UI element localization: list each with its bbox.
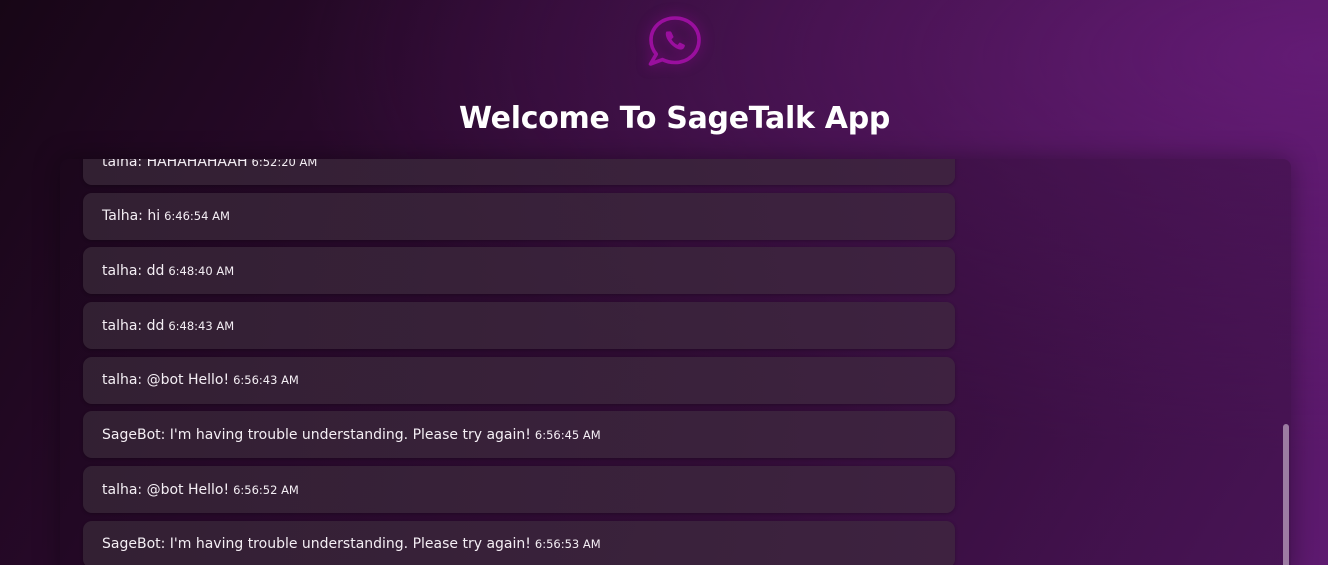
message-text: talha: @bot Hello! [102, 481, 230, 498]
message-text: talha: dd [102, 262, 165, 279]
message-timestamp: 6:56:45 AM [534, 427, 601, 442]
chat-scrollbar[interactable] [1281, 159, 1290, 565]
message-item: SageBot: I'm having trouble understandin… [83, 411, 955, 459]
chat-panel: talha: HAHAHAHAAH 6:52:20 AM Talha: hi 6… [60, 159, 1291, 565]
message-item: talha: HAHAHAHAAH 6:52:20 AM [83, 159, 955, 185]
message-timestamp: 6:48:40 AM [168, 263, 235, 278]
message-text: talha: @bot Hello! [102, 372, 230, 389]
message-text: talha: HAHAHAHAAH [102, 159, 248, 170]
message-timestamp: 6:56:53 AM [534, 537, 601, 552]
message-item: talha: @bot Hello! 6:56:43 AM [83, 356, 955, 404]
message-timestamp: 6:56:52 AM [233, 482, 299, 497]
message-text: Talha: hi [102, 208, 161, 225]
message-text: SageBot: I'm having trouble understandin… [102, 426, 531, 443]
message-item: talha: dd 6:48:43 AM [83, 302, 955, 350]
message-text: SageBot: I'm having trouble understandin… [102, 536, 531, 553]
whatsapp-icon [648, 16, 701, 66]
message-item: SageBot: I'm having trouble understandin… [83, 520, 955, 565]
message-item: talha: dd 6:48:40 AM [83, 247, 955, 295]
message-timestamp: 6:46:54 AM [164, 209, 230, 224]
page-title: Welcome To SageTalk App [458, 101, 891, 136]
message-item: Talha: hi 6:46:54 AM [83, 192, 955, 240]
message-text: talha: dd [102, 317, 165, 334]
message-item: talha: @bot Hello! 6:56:52 AM [83, 466, 955, 514]
message-timestamp: 6:48:43 AM [168, 318, 235, 333]
message-timestamp: 6:52:20 AM [251, 159, 318, 169]
message-list: talha: HAHAHAHAAH 6:52:20 AM Talha: hi 6… [83, 159, 955, 565]
message-timestamp: 6:56:43 AM [233, 373, 299, 388]
scrollbar-thumb[interactable] [1283, 424, 1289, 565]
